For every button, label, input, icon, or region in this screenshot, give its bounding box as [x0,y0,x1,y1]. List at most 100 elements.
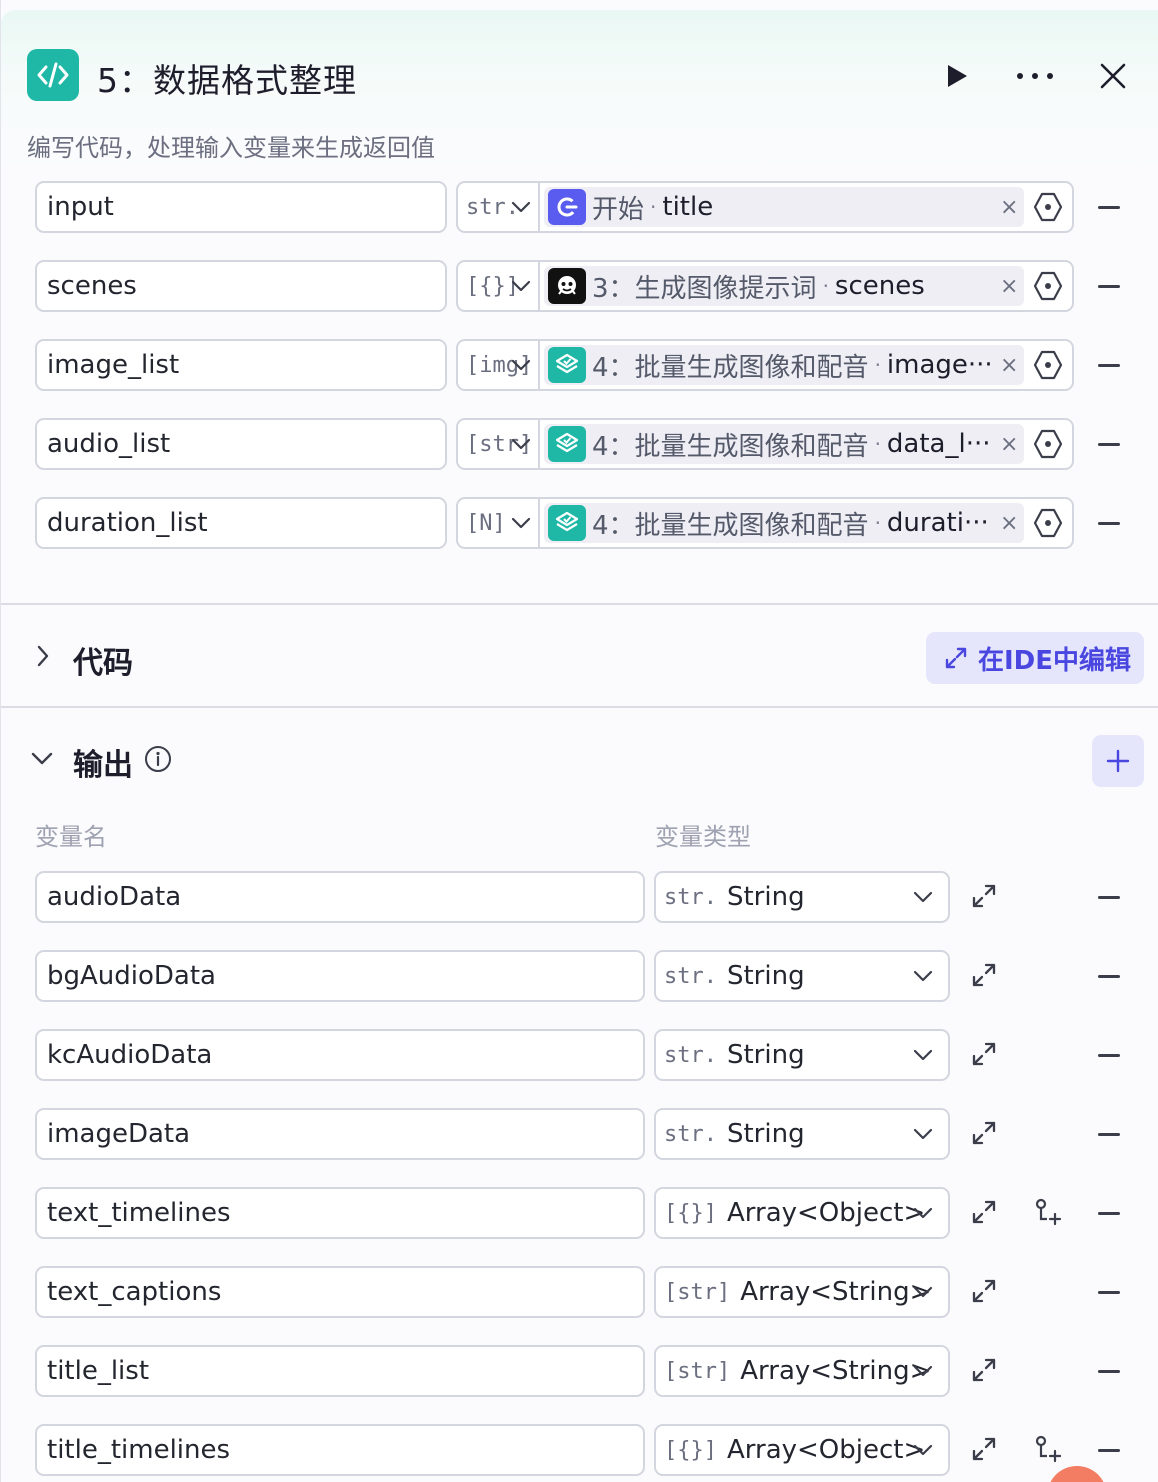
expand-icon[interactable] [971,1278,997,1304]
output-name-field[interactable]: title_timelines [35,1424,645,1476]
output-type-select[interactable]: str. String [654,950,950,1002]
output-name-field[interactable]: text_timelines [35,1187,645,1239]
divider [1,603,1158,605]
node-title[interactable]: 5：数据格式整理 [97,54,357,102]
output-type-select[interactable]: [str] Array<String> [654,1345,950,1397]
variable-picker-icon[interactable] [1032,349,1064,381]
variable-picker-icon[interactable] [1032,270,1064,302]
input-name-field[interactable]: scenes [35,260,447,312]
output-type-select[interactable]: [{}] Array<Object> [654,1424,950,1476]
chevron-down-icon[interactable] [29,750,55,768]
chevron-down-icon[interactable] [912,1361,934,1381]
run-button[interactable] [935,54,979,98]
chevron-down-icon[interactable] [912,887,934,907]
remove-input-button[interactable] [1098,285,1120,288]
output-name-field[interactable]: audioData [35,871,645,923]
input-type-select[interactable]: [N] [458,499,540,547]
input-type-select[interactable]: [{}] [458,262,540,310]
remove-output-button[interactable] [1098,1133,1120,1136]
remove-input-button[interactable] [1098,522,1120,525]
type-label: Array<Object> [726,1435,926,1465]
output-type-select[interactable]: str. String [654,1029,950,1081]
chevron-down-icon[interactable] [912,1203,934,1223]
clear-reference-icon[interactable]: × [1000,432,1018,457]
chevron-down-icon[interactable] [912,1045,934,1065]
remove-output-button[interactable] [1098,1449,1120,1452]
input-reference[interactable]: str. 开始 · title × [456,181,1074,233]
clear-reference-icon[interactable]: × [1000,195,1018,220]
remove-input-button[interactable] [1098,443,1120,446]
chevron-down-icon[interactable] [510,197,532,217]
edit-in-ide-button[interactable]: 在IDE中编辑 [926,632,1144,684]
input-reference[interactable]: [img] 4： 批量生成图像和配音 · image··· × [456,339,1074,391]
chevron-down-icon[interactable] [912,1124,934,1144]
close-button[interactable] [1091,54,1135,98]
code-section-title[interactable]: 代码 [73,638,133,682]
add-output-button[interactable] [1092,735,1144,787]
chevron-right-icon[interactable] [35,644,51,668]
output-type-select[interactable]: str. String [654,871,950,923]
remove-output-button[interactable] [1098,1212,1120,1215]
chevron-down-icon[interactable] [912,966,934,986]
output-type-select[interactable]: [str] Array<String> [654,1266,950,1318]
output-name-field[interactable]: imageData [35,1108,645,1160]
remove-output-button[interactable] [1098,1291,1120,1294]
remove-output-button[interactable] [1098,975,1120,978]
plus-icon [1106,749,1130,773]
input-name-field[interactable]: input [35,181,447,233]
add-child-icon[interactable] [1031,1434,1063,1466]
clear-reference-icon[interactable]: × [1000,511,1018,536]
chevron-down-icon[interactable] [510,276,532,296]
reference-chip[interactable]: 3： 生成图像提示词 · scenes [544,266,1024,306]
expand-icon[interactable] [971,1436,997,1462]
info-icon[interactable] [144,745,172,773]
input-reference[interactable]: [str] 4： 批量生成图像和配音 · data_l··· × [456,418,1074,470]
expand-icon[interactable] [971,883,997,909]
input-name-field[interactable]: image_list [35,339,447,391]
variable-picker-icon[interactable] [1032,428,1064,460]
clear-reference-icon[interactable]: × [1000,353,1018,378]
expand-icon[interactable] [971,1120,997,1146]
expand-icon[interactable] [971,1041,997,1067]
reference-chip[interactable]: 4： 批量生成图像和配音 · data_l··· [544,424,1024,464]
remove-output-button[interactable] [1098,1054,1120,1057]
output-name-field[interactable]: title_list [35,1345,645,1397]
reference-chip[interactable]: 4： 批量生成图像和配音 · durati··· [544,503,1024,543]
reference-chip[interactable]: 4： 批量生成图像和配音 · image··· [544,345,1024,385]
remove-output-button[interactable] [1098,1370,1120,1373]
separator: · [874,353,881,377]
output-type-select[interactable]: [{}] Array<Object> [654,1187,950,1239]
input-type-select[interactable]: str. [458,183,540,231]
output-name-field[interactable]: text_captions [35,1266,645,1318]
expand-icon[interactable] [971,1357,997,1383]
output-type-select[interactable]: str. String [654,1108,950,1160]
expand-icon[interactable] [971,962,997,988]
reference-chip[interactable]: 开始 · title [544,187,1024,227]
output-name-field[interactable]: kcAudioData [35,1029,645,1081]
input-reference[interactable]: [{}] 3： 生成图像提示词 · scenes × [456,260,1074,312]
input-reference[interactable]: [N] 4： 批量生成图像和配音 · durati··· × [456,497,1074,549]
close-icon [1100,63,1126,89]
expand-icon[interactable] [971,1199,997,1225]
chevron-down-icon[interactable] [912,1282,934,1302]
input-type-select[interactable]: [img] [458,341,540,389]
add-child-icon[interactable] [1031,1197,1063,1229]
chevron-down-icon[interactable] [912,1440,934,1460]
output-row: text_timelines [{}] Array<Object> [35,1187,1135,1241]
column-header-name: 变量名 [35,823,107,851]
variable-picker-icon[interactable] [1032,507,1064,539]
remove-input-button[interactable] [1098,364,1120,367]
variable-picker-icon[interactable] [1032,191,1064,223]
input-type-select[interactable]: [str] [458,420,540,468]
chevron-down-icon[interactable] [510,513,532,533]
chevron-down-icon[interactable] [510,434,532,454]
output-section-title[interactable]: 输出 [73,740,133,784]
remove-output-button[interactable] [1098,896,1120,899]
chevron-down-icon[interactable] [510,355,532,375]
output-name-field[interactable]: bgAudioData [35,950,645,1002]
input-name-field[interactable]: audio_list [35,418,447,470]
remove-input-button[interactable] [1098,206,1120,209]
input-name-field[interactable]: duration_list [35,497,447,549]
more-button[interactable] [1013,54,1057,98]
clear-reference-icon[interactable]: × [1000,274,1018,299]
